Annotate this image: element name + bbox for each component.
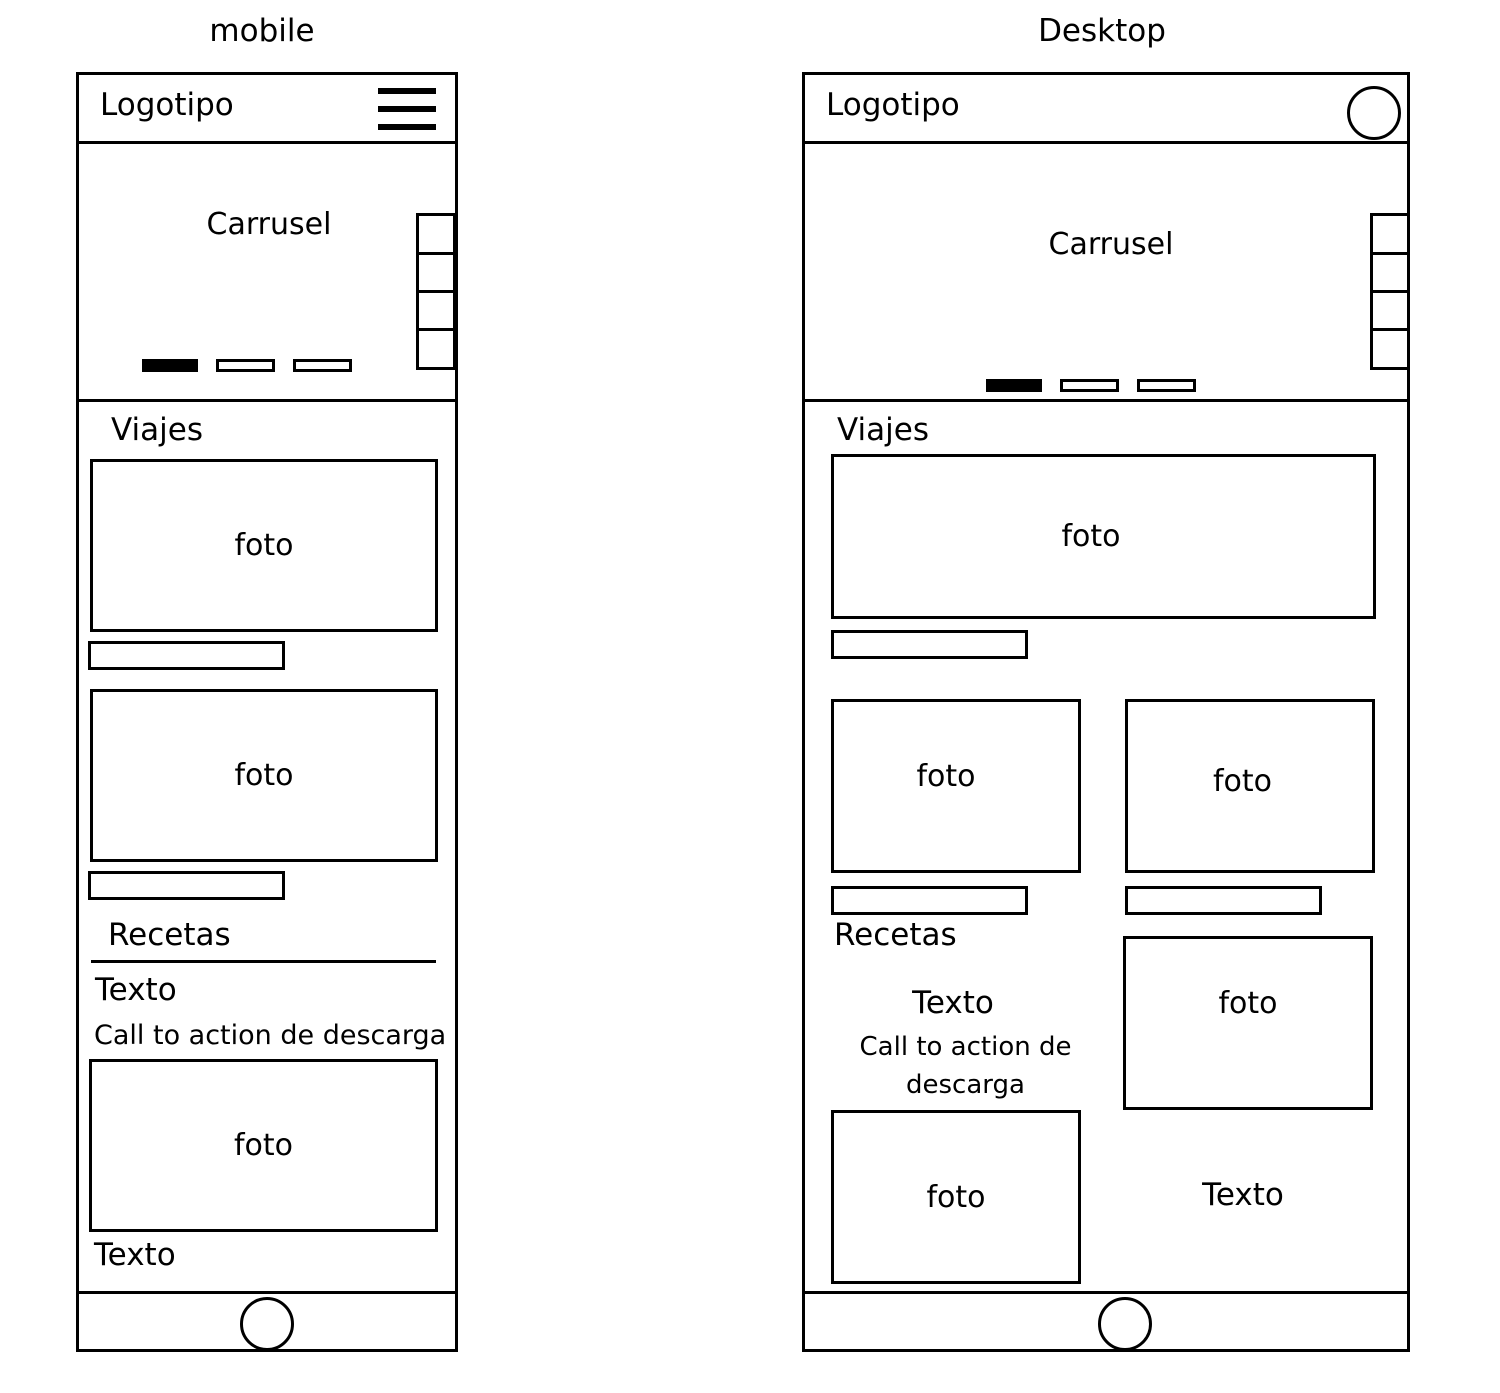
- carousel-dot[interactable]: [216, 359, 275, 372]
- carousel-dot-active[interactable]: [142, 359, 198, 372]
- section-title-travel: Viajes: [111, 412, 203, 448]
- home-button-icon[interactable]: [240, 1297, 294, 1351]
- photo-label: foto: [233, 1128, 294, 1163]
- carousel-divider: [805, 399, 1407, 402]
- photo-placeholder: foto: [831, 1110, 1081, 1284]
- footer-text: Texto: [94, 1237, 176, 1273]
- carousel-label: Carrusel: [206, 207, 332, 242]
- caption-placeholder: [831, 630, 1028, 659]
- section-title-recipes: Recetas: [108, 917, 231, 953]
- carousel-label: Carrusel: [1048, 227, 1174, 262]
- photo-placeholder: foto: [90, 459, 438, 632]
- desktop-heading: Desktop: [1038, 13, 1166, 49]
- cta-line-2: descarga: [906, 1069, 1025, 1100]
- home-button-icon[interactable]: [1098, 1297, 1152, 1351]
- photo-label: foto: [1218, 985, 1278, 1021]
- section-title-travel: Viajes: [837, 412, 929, 448]
- photo-label: foto: [916, 758, 976, 794]
- mobile-heading: mobile: [209, 13, 315, 49]
- carousel-thumbnail-strip[interactable]: [1370, 213, 1410, 370]
- recipes-text: Texto: [95, 972, 177, 1008]
- caption-placeholder: [88, 641, 285, 670]
- hamburger-icon[interactable]: [378, 88, 436, 132]
- photo-placeholder: foto: [89, 1059, 438, 1232]
- caption-placeholder: [1125, 886, 1322, 915]
- photo-label: foto: [926, 1179, 986, 1215]
- recipes-text: Texto: [912, 985, 994, 1021]
- bottom-divider: [805, 1291, 1407, 1294]
- section-title-recipes: Recetas: [834, 917, 957, 953]
- photo-label: foto: [234, 758, 294, 793]
- cta-line-1: Call to action de: [859, 1032, 1072, 1062]
- caption-placeholder: [88, 871, 285, 900]
- carousel-dot[interactable]: [293, 359, 352, 372]
- photo-label: foto: [1061, 519, 1121, 554]
- footer-text: Texto: [1202, 1177, 1284, 1213]
- carousel[interactable]: Carrusel: [79, 144, 456, 399]
- carousel-thumbnail-strip[interactable]: [416, 213, 456, 370]
- photo-placeholder-wide: foto: [831, 454, 1376, 619]
- carousel-dot-active[interactable]: [986, 379, 1042, 392]
- account-circle-icon[interactable]: [1347, 86, 1401, 140]
- desktop-frame: Logotipo Carrusel Viajes foto foto foto …: [802, 72, 1410, 1352]
- cta-download[interactable]: Call to action de descarga: [833, 1029, 1098, 1104]
- photo-placeholder: foto: [1125, 699, 1375, 873]
- section-underline: [91, 960, 436, 963]
- carousel[interactable]: Carrusel: [805, 144, 1410, 399]
- mobile-logo: Logotipo: [100, 87, 234, 123]
- carousel-divider: [79, 399, 455, 402]
- caption-placeholder: [831, 886, 1028, 915]
- photo-placeholder: foto: [831, 699, 1081, 873]
- photo-label: foto: [234, 528, 294, 563]
- photo-placeholder: foto: [90, 689, 438, 862]
- photo-placeholder: foto: [1123, 936, 1373, 1110]
- carousel-dot[interactable]: [1137, 379, 1196, 392]
- cta-download[interactable]: Call to action de descarga: [94, 1022, 446, 1049]
- bottom-divider: [79, 1291, 455, 1294]
- mobile-frame: Logotipo Carrusel Viajes foto foto Recet…: [76, 72, 458, 1352]
- desktop-logo: Logotipo: [826, 87, 960, 123]
- photo-label: foto: [1212, 763, 1273, 799]
- carousel-dot[interactable]: [1060, 379, 1119, 392]
